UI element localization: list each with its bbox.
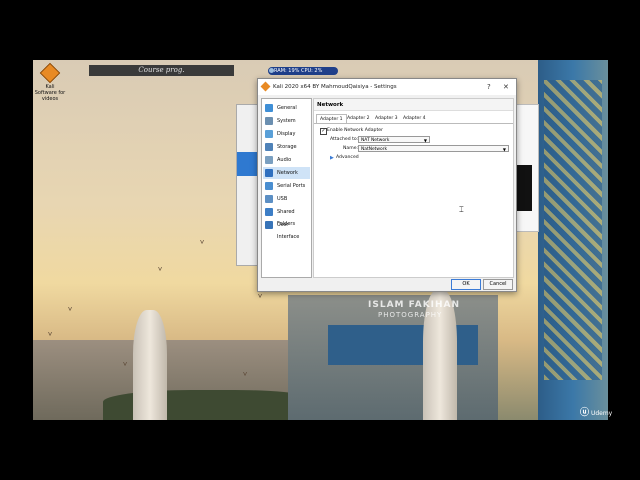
tab-adapter-3[interactable]: Adapter 3 bbox=[372, 114, 401, 123]
bird-decoration: ᵛ bbox=[68, 304, 73, 317]
nav-item-audio[interactable]: Audio bbox=[263, 154, 310, 166]
bird-decoration: ᵛ bbox=[258, 291, 263, 304]
chevron-down-icon: ▼ bbox=[502, 147, 506, 152]
nav-item-serial-ports[interactable]: Serial Ports bbox=[263, 180, 310, 192]
background-parasol bbox=[133, 310, 167, 420]
chevron-down-icon: ▼ bbox=[423, 138, 427, 143]
network-panel: Network Adapter 1 Adapter 2 Adapter 3 Ad… bbox=[313, 98, 514, 278]
dialog-titlebar: Kali 2020 x64 BY MahmoudQaisiya - Settin… bbox=[258, 79, 516, 95]
nav-item-system[interactable]: System bbox=[263, 115, 310, 127]
course-progress-bar: Course prog. bbox=[89, 65, 234, 76]
expand-arrow-icon[interactable]: ▶ bbox=[330, 155, 334, 161]
bird-decoration: ᵛ bbox=[123, 359, 128, 372]
attached-to-label: Attached to: bbox=[330, 137, 359, 142]
settings-nav: General System Display Storage Audio Net… bbox=[261, 98, 312, 278]
nav-item-usb[interactable]: USB bbox=[263, 193, 310, 205]
ok-button[interactable]: OK bbox=[451, 279, 481, 290]
name-value: NatNetwork bbox=[361, 147, 388, 152]
udemy-logo: ⓤ Udemy bbox=[580, 408, 613, 418]
name-select[interactable]: NatNetwork ▼ bbox=[358, 145, 509, 152]
bird-decoration: ᵛ bbox=[200, 237, 205, 250]
nav-item-network[interactable]: Network bbox=[263, 167, 310, 179]
tab-divider bbox=[314, 123, 513, 124]
bird-decoration: ᵛ bbox=[158, 264, 163, 277]
dialog-title: Kali 2020 x64 BY MahmoudQaisiya - Settin… bbox=[273, 84, 397, 90]
help-button[interactable]: ? bbox=[487, 79, 491, 95]
network-icon bbox=[265, 169, 273, 177]
attached-to-select[interactable]: NAT Network ▼ bbox=[358, 136, 430, 143]
nav-item-storage[interactable]: Storage bbox=[263, 141, 310, 153]
tab-adapter-4[interactable]: Adapter 4 bbox=[400, 114, 429, 123]
tab-adapter-2[interactable]: Adapter 2 bbox=[344, 114, 373, 123]
storage-icon bbox=[265, 143, 273, 151]
virtualbox-icon bbox=[260, 81, 271, 92]
close-button[interactable]: ✕ bbox=[503, 79, 509, 95]
usb-icon bbox=[265, 195, 273, 203]
background-mosque bbox=[538, 60, 608, 420]
panel-title: Network bbox=[314, 99, 513, 111]
photo-watermark-sub: PHOTOGRAPHY bbox=[378, 311, 443, 319]
desktop-shortcut[interactable]: Kali Software for videos bbox=[34, 62, 66, 102]
virtualbox-icon bbox=[39, 62, 61, 84]
ram-cpu-indicator: RAM: 19% CPU: 2% bbox=[268, 67, 338, 75]
audio-icon bbox=[265, 156, 273, 164]
name-label: Name: bbox=[343, 146, 359, 151]
general-icon bbox=[265, 104, 273, 112]
user-interface-icon bbox=[265, 221, 273, 229]
nav-item-display[interactable]: Display bbox=[263, 128, 310, 140]
settings-dialog: Kali 2020 x64 BY MahmoudQaisiya - Settin… bbox=[257, 78, 517, 292]
desktop-shortcut-label: Kali Software for videos bbox=[34, 84, 66, 102]
enable-adapter-label: Enable Network Adapter bbox=[327, 128, 383, 133]
bird-decoration: ᵛ bbox=[243, 369, 248, 382]
attached-to-value: NAT Network bbox=[361, 138, 390, 143]
mouse-cursor-icon: ⌶ bbox=[459, 205, 464, 214]
nav-item-general[interactable]: General bbox=[263, 102, 310, 114]
bird-decoration: ᵛ bbox=[48, 329, 53, 342]
display-icon bbox=[265, 130, 273, 138]
advanced-toggle[interactable]: Advanced bbox=[336, 154, 359, 161]
system-icon bbox=[265, 117, 273, 125]
serial-ports-icon bbox=[265, 182, 273, 190]
nav-item-shared-folders[interactable]: Shared Folders bbox=[263, 206, 310, 227]
enable-adapter-checkbox[interactable]: ✓ bbox=[320, 128, 327, 135]
nav-item-user-interface[interactable]: User Interface bbox=[263, 219, 310, 240]
shared-folders-icon bbox=[265, 208, 273, 216]
photo-watermark: ISLAM FAKIHAN bbox=[368, 300, 461, 310]
cancel-button[interactable]: Cancel bbox=[483, 279, 513, 290]
